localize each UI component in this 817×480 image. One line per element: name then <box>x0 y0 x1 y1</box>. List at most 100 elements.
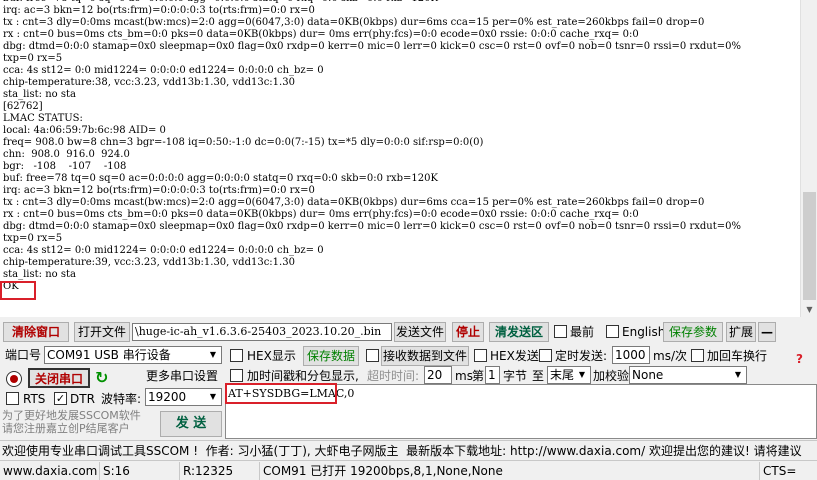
status-received-count: R:12325 <box>180 462 260 480</box>
status-bar: www.daxia.com S:16 R:12325 COM91 已打开 192… <box>0 460 817 480</box>
save-params-button[interactable]: 保存参数 <box>663 322 723 342</box>
status-sent-count: S:16 <box>100 462 180 480</box>
baud-label: 波特率: <box>101 392 142 406</box>
dtr-checkbox[interactable]: ✓ <box>54 392 67 405</box>
terminal-line: irq: ac=3 bkn=12 bo(rts:frm)=0:0:0:0:3 t… <box>3 5 315 16</box>
terminal-lines: buf: free=78 tq=0 sq=0 ac=0:0:0:0 agg=0:… <box>3 0 800 293</box>
byte-from-input[interactable]: 1 <box>485 366 500 384</box>
send-file-button[interactable]: 发送文件 <box>394 322 446 342</box>
timeout-unit: ms <box>455 369 473 383</box>
byte-to-label: 至 <box>532 369 545 383</box>
terminal-line: tx : cnt=3 dly=0:0ms mcast(bw:mcs)=2:0 a… <box>3 17 705 28</box>
english-checkbox[interactable] <box>606 325 619 338</box>
terminal-scrollbar[interactable]: ▼ <box>800 0 817 317</box>
timed-send-label: 定时发送: <box>555 349 608 363</box>
receive-terminal[interactable]: buf: free=78 tq=0 sq=0 ac=0:0:0:0 agg=0:… <box>0 0 800 317</box>
terminal-line: freq= 908.0 bw=8 chn=3 bgr=-108 iq=0:50:… <box>3 137 484 148</box>
checksum-label: 加校验 <box>593 369 630 383</box>
checksum-value: None <box>632 368 664 382</box>
terminal-line: sta_list: no sta <box>3 269 76 280</box>
hint-line-2: 请您注册嘉立创P结尾客户 <box>2 422 130 435</box>
port-select[interactable]: COM91 USB 串行设备 ▼ <box>44 346 222 364</box>
file-path-input[interactable]: \huge-ic-ah_v1.6.3.6-25403_2023.10.20_.b… <box>132 323 392 341</box>
status-cts: CTS= <box>763 464 797 478</box>
interval-unit: ms/次 <box>653 349 687 363</box>
interval-input[interactable]: 1000 <box>612 346 650 364</box>
byte-end-value: 末尾 <box>550 368 575 382</box>
send-highlight-box <box>225 383 337 404</box>
hex-display-checkbox[interactable] <box>230 349 243 362</box>
scroll-down-icon[interactable]: ▼ <box>803 304 816 316</box>
scrollbar-thumb[interactable] <box>803 192 816 300</box>
timestamp-checkbox[interactable] <box>230 369 243 382</box>
open-file-button[interactable]: 打开文件 <box>74 322 130 342</box>
chevron-down-icon: ▼ <box>578 370 586 379</box>
append-newline-checkbox[interactable] <box>691 349 704 362</box>
terminal-line: chip-temperature:38, vcc:3.23, vdd13b:1.… <box>3 77 295 88</box>
terminal-line: tx : cnt=3 dly=0:0ms mcast(bw:mcs)=2:0 a… <box>3 197 705 208</box>
terminal-line: chn: 908.0 916.0 924.0 <box>3 149 130 160</box>
port-select-value: COM91 USB 串行设备 <box>47 348 171 362</box>
terminal-line: txp=0 rx=5 <box>3 53 63 64</box>
status-port-state: COM91 已打开 19200bps,8,1,None,None <box>260 462 760 480</box>
terminal-line: sta_list: no sta <box>3 89 76 100</box>
append-newline-label: 加回车换行 <box>707 349 768 363</box>
save-data-button[interactable]: 保存数据 <box>303 346 359 366</box>
terminal-line: cca: 4s st12= 0:0 mid1224= 0:0:0:0 ed122… <box>3 245 324 256</box>
clear-window-button[interactable]: 清除窗口 <box>3 322 69 342</box>
baud-select[interactable]: 19200 ▼ <box>145 388 222 406</box>
byte-unit-label: 字节 <box>503 369 528 383</box>
stop-button[interactable]: 停止 <box>452 322 484 342</box>
terminal-line: [62762] <box>3 101 43 112</box>
recv-to-file-button[interactable]: 接收数据到文件 <box>381 346 469 366</box>
terminal-line: rx : cnt=0 bus=0ms cts_bm=0:0 pks=0 data… <box>3 29 639 40</box>
terminal-line: LMAC STATUS: <box>3 113 83 124</box>
terminal-line: local: 4a:06:59:7b:6c:98 AID= 0 <box>3 125 166 136</box>
close-port-button[interactable]: 关闭串口 <box>28 368 90 388</box>
hint-line-1: 为了更好地发展SSCOM软件 <box>2 409 141 422</box>
english-label: English <box>622 325 666 339</box>
recv-to-file-checkbox[interactable] <box>366 349 379 362</box>
hex-send-checkbox[interactable] <box>474 349 487 362</box>
byte-end-select[interactable]: 末尾 ▼ <box>547 366 591 384</box>
ad-text: 欢迎使用专业串口调试工具SSCOM ! 作者: 习小猛(丁丁), 大虾电子网版主… <box>2 444 802 458</box>
help-icon[interactable]: ? <box>796 352 806 366</box>
terminal-line: chip-temperature:39, vcc:3.23, vdd13b:1.… <box>3 257 295 268</box>
registration-hint: 为了更好地发展SSCOM软件 请您注册嘉立创P结尾客户 <box>2 409 152 435</box>
dtr-label: DTR <box>70 392 95 406</box>
chevron-down-icon: ▼ <box>734 370 742 379</box>
timed-send-checkbox[interactable] <box>539 349 552 362</box>
port-label: 端口号 <box>5 348 42 362</box>
ad-bar: 欢迎使用专业串口调试工具SSCOM ! 作者: 习小猛(丁丁), 大虾电子网版主… <box>0 440 817 460</box>
topmost-label: 最前 <box>570 325 595 339</box>
terminal-line: buf: free=78 tq=0 sq=0 ac=0:0:0:0 agg=0:… <box>3 173 438 184</box>
byte-prefix-label: 第 <box>472 369 485 383</box>
send-button[interactable]: 发 送 <box>160 411 222 437</box>
terminal-line: dbg: dtmd=0:0:0 stamap=0x0 sleepmap=0x0 … <box>3 41 741 52</box>
collapse-button[interactable]: — <box>758 322 776 342</box>
terminal-line: irq: ac=3 bkn=12 bo(rts:frm)=0:0:0:0:3 t… <box>3 185 315 196</box>
timeout-label: 超时时间: <box>367 369 420 383</box>
terminal-line: dbg: dtmd=0:0:0 stamap=0x0 sleepmap=0x0 … <box>3 221 741 232</box>
clear-send-button[interactable]: 清发送区 <box>489 322 549 342</box>
baud-value: 19200 <box>148 390 187 404</box>
more-port-settings-button[interactable]: 更多串口设置 <box>146 369 218 383</box>
hex-send-label: HEX发送 <box>490 349 539 363</box>
ok-highlight-box <box>0 281 36 300</box>
terminal-line: rx : cnt=0 bus=0ms cts_bm=0:0 pks=0 data… <box>3 209 639 220</box>
chevron-down-icon: ▼ <box>209 392 217 401</box>
chevron-down-icon: ▼ <box>209 350 217 359</box>
expand-button[interactable]: 扩展 <box>726 322 756 342</box>
port-status-indicator <box>6 371 22 387</box>
status-website[interactable]: www.daxia.com <box>0 462 100 480</box>
topmost-checkbox[interactable] <box>554 325 567 338</box>
rts-checkbox[interactable] <box>6 392 19 405</box>
timeout-input[interactable]: 20 <box>424 366 452 384</box>
terminal-line: cca: 4s st12= 0:0 mid1224= 0:0:0:0 ed122… <box>3 65 324 76</box>
hex-display-label: HEX显示 <box>247 349 296 363</box>
rts-label: RTS <box>23 392 46 406</box>
refresh-icon[interactable]: ↻ <box>95 369 108 387</box>
checksum-select[interactable]: None ▼ <box>629 366 747 384</box>
terminal-line: OK <box>3 281 19 292</box>
terminal-line: bgr: -108 -107 -108 <box>3 161 127 172</box>
